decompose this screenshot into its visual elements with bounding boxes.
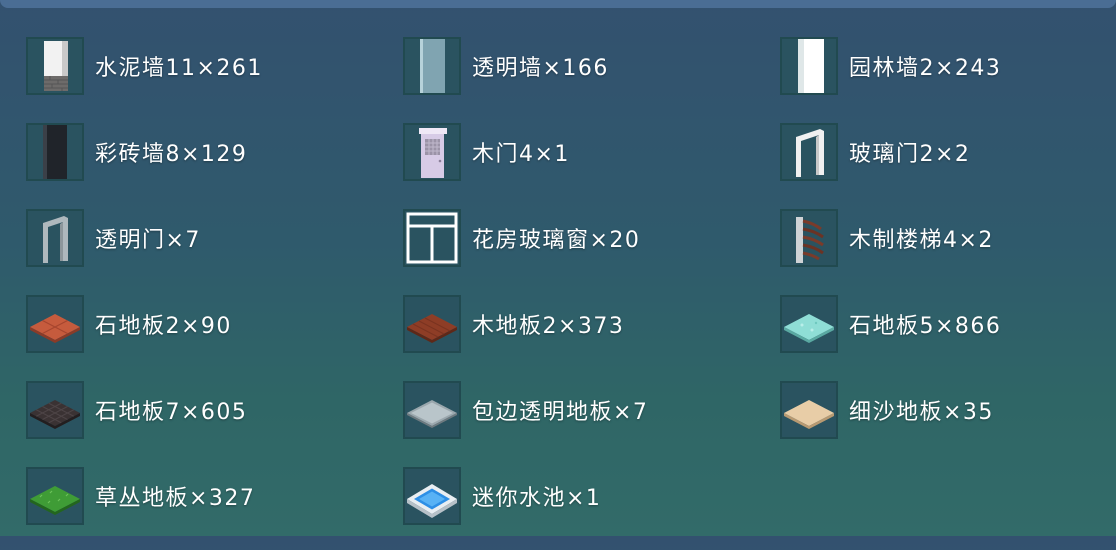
inventory-item-color-brick-wall[interactable]: 彩砖墙8×129: [26, 120, 403, 184]
inventory-item-stone-floor-red[interactable]: 石地板2×90: [26, 292, 403, 356]
inventory-grid: 水泥墙11×261 透明墙×166 园林墙2×243 彩砖墙8×129 木门4×…: [26, 34, 1110, 550]
item-label: 石地板7×605: [95, 400, 248, 425]
edged-transparent-floor-icon: [403, 381, 461, 439]
wood-floor-icon: [403, 295, 461, 353]
inventory-item-wooden-stairs[interactable]: 木制楼梯4×2: [780, 206, 1110, 270]
garden-wall-icon: [780, 37, 838, 95]
item-label: 细沙地板×35: [849, 400, 994, 425]
transparent-door-icon: [26, 209, 84, 267]
grass-floor-icon: [26, 467, 84, 525]
item-label: 木制楼梯4×2: [849, 228, 994, 253]
inventory-item-mini-pool[interactable]: 迷你水池×1: [403, 464, 780, 528]
item-label: 花房玻璃窗×20: [472, 228, 641, 253]
item-label: 石地板2×90: [95, 314, 232, 339]
transparent-wall-icon: [403, 37, 461, 95]
inventory-item-grass-floor[interactable]: 草丛地板×327: [26, 464, 403, 528]
concrete-wall-icon: [26, 37, 84, 95]
inventory-item-fine-sand-floor[interactable]: 细沙地板×35: [780, 378, 1110, 442]
greenhouse-window-icon: [403, 209, 461, 267]
inventory-item-edged-transparent-floor[interactable]: 包边透明地板×7: [403, 378, 780, 442]
glass-door-icon: [780, 123, 838, 181]
inventory-panel: 水泥墙11×261 透明墙×166 园林墙2×243 彩砖墙8×129 木门4×…: [0, 0, 1116, 536]
inventory-item-stone-floor-dark[interactable]: 石地板7×605: [26, 378, 403, 442]
item-label: 木地板2×373: [472, 314, 625, 339]
inventory-item-wooden-door[interactable]: 木门4×1: [403, 120, 780, 184]
inventory-item-greenhouse-window[interactable]: 花房玻璃窗×20: [403, 206, 780, 270]
item-label: 透明门×7: [95, 228, 201, 253]
item-label: 石地板5×866: [849, 314, 1002, 339]
inventory-item-stone-floor-cyan[interactable]: 石地板5×866: [780, 292, 1110, 356]
inventory-item-transparent-wall[interactable]: 透明墙×166: [403, 34, 780, 98]
item-label: 园林墙2×243: [849, 56, 1002, 81]
stone-floor-red-icon: [26, 295, 84, 353]
item-label: 草丛地板×327: [95, 486, 256, 511]
mini-pool-icon: [403, 467, 461, 525]
inventory-item-concrete-wall[interactable]: 水泥墙11×261: [26, 34, 403, 98]
item-label: 包边透明地板×7: [472, 400, 649, 425]
wooden-door-icon: [403, 123, 461, 181]
inventory-item-glass-door[interactable]: 玻璃门2×2: [780, 120, 1110, 184]
item-label: 迷你水池×1: [472, 486, 602, 511]
fine-sand-floor-icon: [780, 381, 838, 439]
stone-floor-cyan-icon: [780, 295, 838, 353]
item-label: 玻璃门2×2: [849, 142, 971, 167]
item-label: 彩砖墙8×129: [95, 142, 248, 167]
panel-top-edge: [0, 0, 1116, 8]
item-label: 透明墙×166: [472, 56, 609, 81]
inventory-item-garden-wall[interactable]: 园林墙2×243: [780, 34, 1110, 98]
inventory-item-wood-floor[interactable]: 木地板2×373: [403, 292, 780, 356]
wooden-stairs-icon: [780, 209, 838, 267]
item-label: 木门4×1: [472, 142, 570, 167]
color-brick-wall-icon: [26, 123, 84, 181]
inventory-item-transparent-door[interactable]: 透明门×7: [26, 206, 403, 270]
item-label: 水泥墙11×261: [95, 56, 263, 81]
stone-floor-dark-icon: [26, 381, 84, 439]
